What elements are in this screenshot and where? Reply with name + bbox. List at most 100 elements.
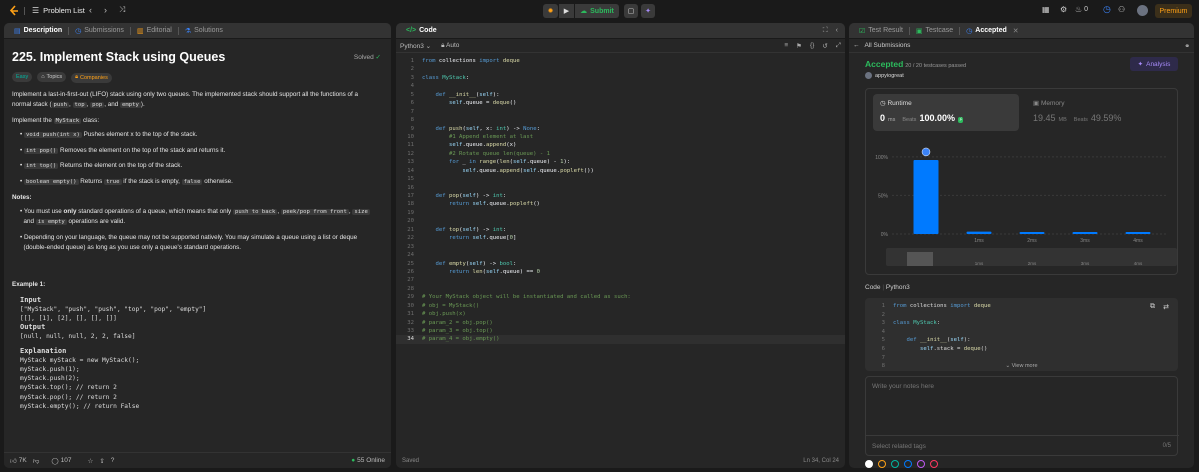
copy-icon[interactable]: ⧉: [1150, 303, 1155, 311]
collapse-icon[interactable]: ‹: [836, 27, 838, 35]
code-line[interactable]: 15: [396, 175, 845, 183]
braces-icon[interactable]: {}: [810, 42, 814, 50]
code-line[interactable]: 34 # param_4 = obj.empty(): [396, 335, 845, 344]
chart-bar[interactable]: [913, 159, 939, 234]
star-icon[interactable]: ☆: [88, 457, 94, 465]
back-icon[interactable]: ←: [853, 42, 860, 49]
code-line[interactable]: 33 # param_3 = obj.top(): [396, 327, 845, 335]
format-icon[interactable]: ≡: [784, 42, 788, 50]
tab-description[interactable]: ▤ Description: [8, 23, 68, 39]
page-title[interactable]: 225. Implement Stack using Queues: [12, 50, 225, 64]
code-line[interactable]: 11 self.queue.append(x): [396, 141, 845, 149]
color-swatch[interactable]: [917, 460, 925, 468]
code-line[interactable]: 28: [396, 285, 845, 293]
code-line[interactable]: 17 def pop(self) -> int:: [396, 192, 845, 200]
settings-icon[interactable]: ⚙: [1060, 5, 1067, 14]
tab-code[interactable]: </> Code: [400, 23, 443, 39]
code-line[interactable]: 12 #2 Rotate queue len(queue) - 1: [396, 150, 845, 158]
code-line[interactable]: 25 def empty(self) -> bool:: [396, 260, 845, 268]
help-icon[interactable]: ?: [111, 457, 115, 464]
color-swatch[interactable]: [878, 460, 886, 468]
code-line[interactable]: 10 #1 Append element at last: [396, 133, 845, 141]
code-line[interactable]: 23: [396, 243, 845, 251]
code-line[interactable]: 26 return len(self.queue) == 0: [396, 268, 845, 276]
code-line[interactable]: 21 def top(self) -> int:: [396, 226, 845, 234]
prev-problem-icon[interactable]: ‹: [89, 5, 92, 15]
code-line[interactable]: 31 # obj.push(x): [396, 310, 845, 318]
difficulty-badge[interactable]: Easy: [12, 72, 33, 82]
insert-icon[interactable]: ⇄: [1163, 303, 1169, 311]
code-line[interactable]: 13 for _ in range(len(self.queue) - 1):: [396, 158, 845, 166]
code-line[interactable]: 32 # param_2 = obj.pop(): [396, 319, 845, 327]
chart-bar[interactable]: [1125, 232, 1151, 234]
submit-button[interactable]: ☁ Submit: [575, 4, 619, 18]
all-submissions-link[interactable]: All Submissions: [865, 42, 911, 49]
code-line[interactable]: 4: [396, 82, 845, 90]
code-editor[interactable]: 1 from collections import deque 2 3 class My…: [396, 53, 845, 344]
chart-bar[interactable]: [1072, 232, 1098, 234]
debug-button[interactable]: ✹: [543, 4, 558, 18]
tab-accepted[interactable]: ◷ Accepted ✕: [960, 23, 1025, 39]
tab-testcase[interactable]: ▣ Testcase: [910, 23, 959, 39]
tab-solutions[interactable]: ⚗ Solutions: [179, 23, 229, 39]
bookmark-icon[interactable]: ⚑: [796, 42, 802, 50]
topics-button[interactable]: ⌂ Topics: [37, 72, 67, 82]
run-button[interactable]: ▶: [559, 4, 574, 18]
like-button[interactable]: 👍︎ 7K: [10, 457, 27, 465]
auto-mode[interactable]: 🔒︎ Auto: [441, 42, 459, 50]
share-icon[interactable]: ⇪: [99, 457, 104, 465]
color-swatch[interactable]: [865, 460, 873, 468]
code-line[interactable]: 20: [396, 217, 845, 225]
ai-button[interactable]: ✦: [641, 4, 655, 18]
code-line[interactable]: 3 class MyStack:: [396, 74, 845, 82]
shuffle-icon[interactable]: ⤨: [119, 5, 125, 15]
code-line[interactable]: 6 self.queue = deque(): [396, 99, 845, 107]
tags-placeholder[interactable]: Select related tags: [872, 443, 926, 450]
reset-icon[interactable]: ↺: [822, 42, 827, 50]
chart-bar[interactable]: [966, 231, 992, 234]
companies-button[interactable]: 🔒︎ Companies: [71, 72, 112, 83]
premium-button[interactable]: Premium: [1155, 4, 1192, 18]
close-icon[interactable]: ✕: [1013, 27, 1019, 35]
timer-icon[interactable]: ◷: [1103, 4, 1111, 15]
user-avatar[interactable]: [865, 72, 872, 79]
code-line[interactable]: 2: [396, 65, 845, 73]
next-problem-icon[interactable]: ›: [104, 5, 107, 15]
username[interactable]: appyiogreat: [875, 73, 904, 79]
notifications-button[interactable]: ♨ 0: [1075, 5, 1088, 14]
avatar[interactable]: [1137, 5, 1148, 16]
runtime-card[interactable]: ◷ Runtime 0 ms Beats 100.00% ⚡︎: [873, 94, 1019, 131]
code-line[interactable]: 1 from collections import deque: [396, 57, 845, 65]
code-line[interactable]: 7: [396, 108, 845, 116]
code-line[interactable]: 5 def __init__(self):: [396, 91, 845, 99]
memory-card[interactable]: ▣ Memory 19.45 MB Beats 49.59%: [1026, 94, 1172, 131]
add-friend-icon[interactable]: ⚇: [1118, 5, 1125, 14]
runtime-distribution-chart[interactable]: 100% 50% 0% 1ms 2ms 3ms 4ms 1ms 2ms 3ms 4ms: [866, 135, 1179, 271]
tab-submissions[interactable]: ◷ Submissions: [69, 23, 130, 39]
color-swatch[interactable]: [891, 460, 899, 468]
dislike-icon[interactable]: 👎︎: [33, 457, 40, 465]
color-swatch[interactable]: [904, 460, 912, 468]
code-line[interactable]: 24: [396, 251, 845, 259]
layout-icon[interactable]: ▦: [1042, 5, 1050, 14]
code-line[interactable]: 18 return self.queue.popleft(): [396, 200, 845, 208]
language-select[interactable]: Python3 ⌄: [400, 42, 431, 50]
code-line[interactable]: 16: [396, 184, 845, 192]
leetcode-logo-icon[interactable]: [8, 5, 20, 17]
analysis-button[interactable]: ✦ Analysis: [1130, 57, 1178, 71]
notes-button[interactable]: ▢: [624, 4, 638, 18]
expand-icon[interactable]: ⤢: [836, 42, 841, 50]
color-swatch[interactable]: [930, 460, 938, 468]
notes-area[interactable]: Write your notes here Select related tag…: [865, 376, 1179, 456]
code-line[interactable]: 9 def push(self, x: int) -> None:: [396, 125, 845, 133]
code-line[interactable]: 19: [396, 209, 845, 217]
code-line[interactable]: 22 return self.queue[0]: [396, 234, 845, 242]
maximize-icon[interactable]: ⛶: [823, 27, 828, 35]
chart-bar[interactable]: [1019, 232, 1045, 234]
code-line[interactable]: 27: [396, 276, 845, 284]
tab-test-result[interactable]: ☑ Test Result: [853, 23, 909, 39]
view-more-button[interactable]: ⌄ View more: [865, 363, 1178, 369]
tab-editorial[interactable]: ▥ Editorial: [131, 23, 178, 39]
code-line[interactable]: 30 # obj = MyStack(): [396, 302, 845, 310]
code-line[interactable]: 29 # Your MyStack object will be instanti…: [396, 293, 845, 301]
